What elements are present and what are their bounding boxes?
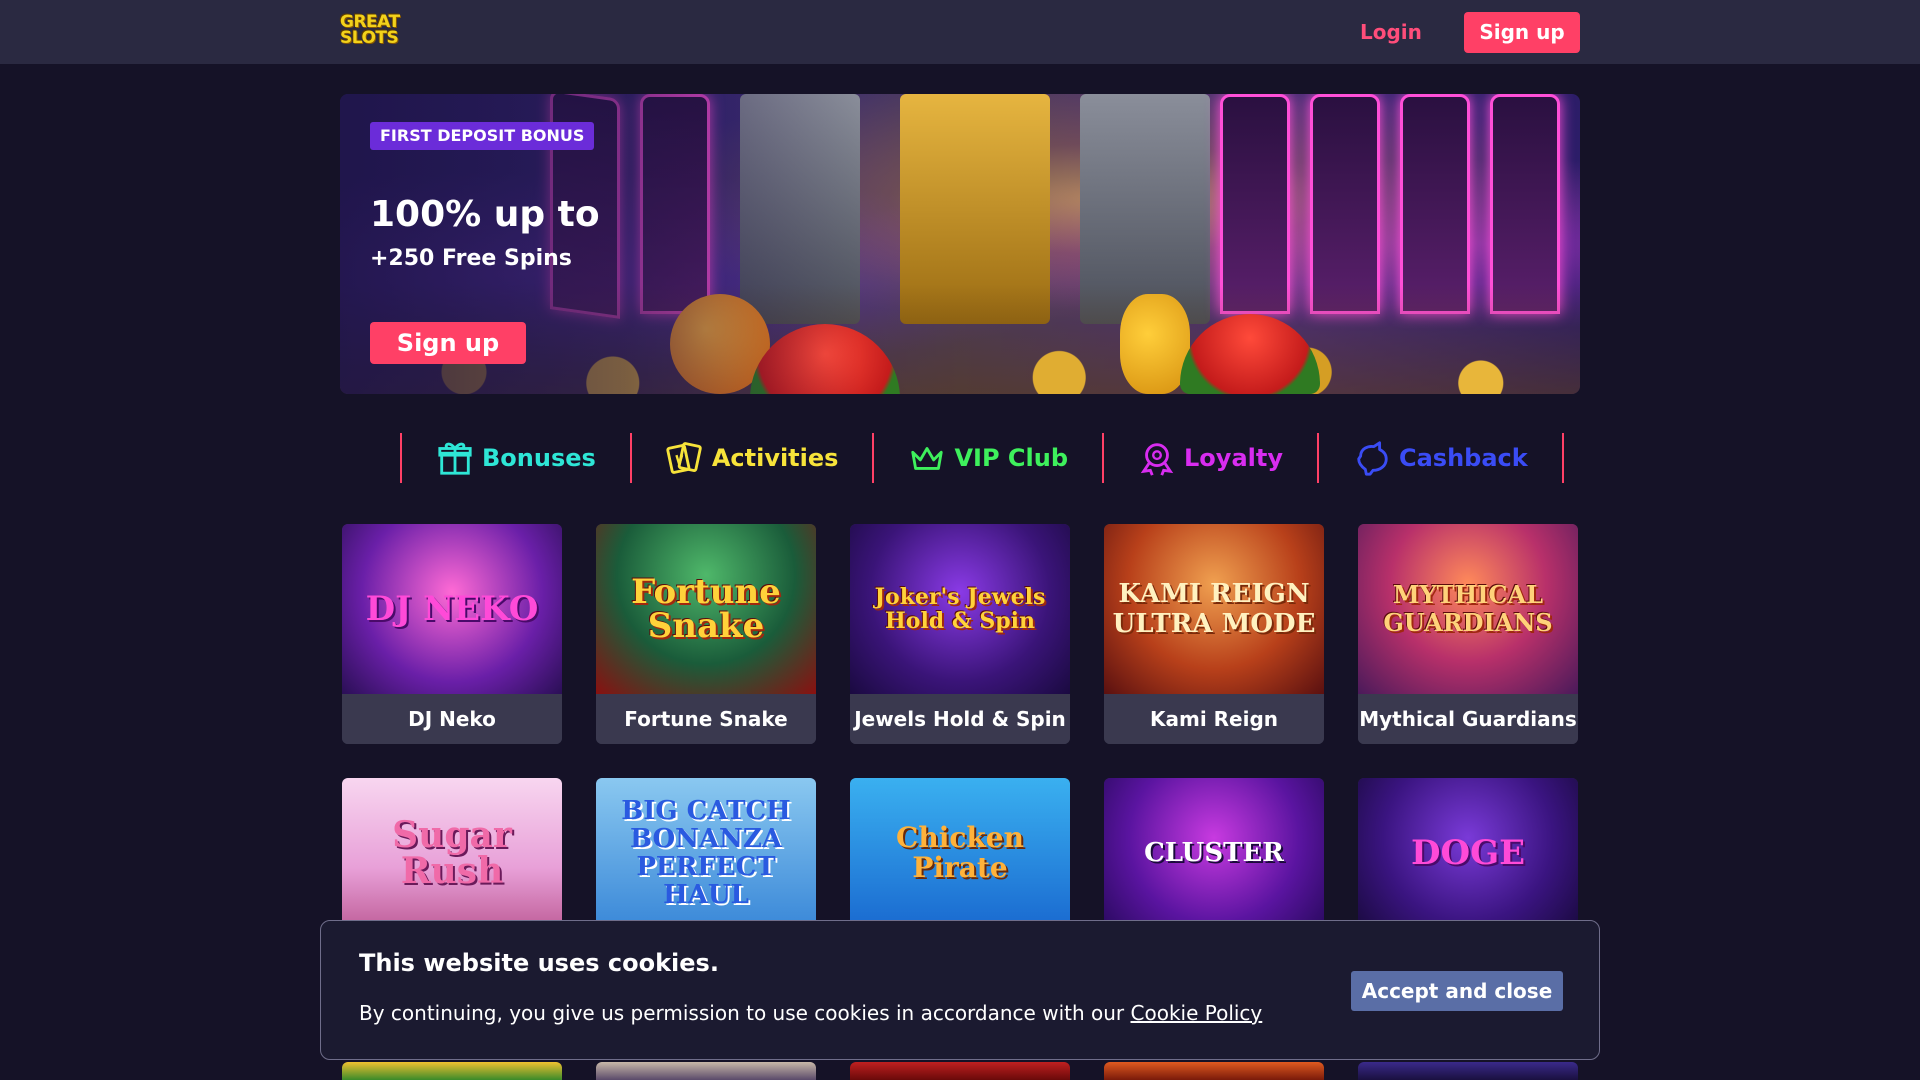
cookie-policy-link[interactable]: Cookie Policy	[1131, 1001, 1263, 1025]
game-card-partial[interactable]	[850, 1062, 1070, 1080]
game-art-title: Fortune Snake	[631, 572, 781, 646]
category-loyalty[interactable]: Loyalty	[1104, 432, 1317, 484]
slot-machine-illustration	[1400, 94, 1470, 314]
game-card[interactable]: Joker's Jewels Hold & Spin Jewels Hold &…	[850, 524, 1070, 744]
header-signup-button[interactable]: Sign up	[1464, 12, 1580, 53]
login-link[interactable]: Login	[1360, 12, 1422, 52]
game-thumbnail: BIG CATCH BONANZA PERFECT HAUL	[596, 778, 816, 928]
game-thumbnail: MYTHICAL GUARDIANS	[1358, 524, 1578, 694]
slot-machine-illustration	[1220, 94, 1290, 314]
game-art-title: DOGE	[1410, 833, 1526, 873]
game-card-partial[interactable]	[1104, 1062, 1324, 1080]
cookie-message: By continuing, you give us permission to…	[359, 1001, 1125, 1025]
game-art-title: Chicken Pirate	[896, 821, 1024, 884]
game-thumbnail: Fortune Snake	[596, 524, 816, 694]
game-name: Kami Reign	[1104, 694, 1324, 744]
category-bonuses[interactable]: Bonuses	[402, 432, 630, 484]
promo-banner[interactable]: FIRST DEPOSIT BONUS 100% up to +250 Free…	[340, 94, 1580, 394]
game-thumbnail: KAMI REIGN ULTRA MODE	[1104, 524, 1324, 694]
category-label: Loyalty	[1184, 444, 1283, 472]
game-name: Jewels Hold & Spin	[850, 694, 1070, 744]
game-card[interactable]: Sugar Rush	[342, 778, 562, 928]
bonus-tag: FIRST DEPOSIT BONUS	[370, 122, 595, 150]
game-card[interactable]: MYTHICAL GUARDIANS Mythical Guardians	[1358, 524, 1578, 744]
game-card[interactable]: DOGE	[1358, 778, 1578, 928]
game-art-title: Joker's Jewels Hold & Spin	[874, 584, 1046, 634]
game-art-title: CLUSTER	[1144, 838, 1284, 868]
game-name: Fortune Snake	[596, 694, 816, 744]
badge-icon	[1140, 443, 1174, 476]
game-card-partial[interactable]	[342, 1062, 562, 1080]
game-thumbnail: CLUSTER	[1104, 778, 1324, 928]
banner-subtitle: +250 Free Spins	[370, 246, 572, 271]
game-card[interactable]: DJ NEKO DJ Neko	[342, 524, 562, 744]
logo-line-2: SLOTS	[340, 28, 399, 48]
crown-icon	[911, 447, 944, 470]
cookie-title: This website uses cookies.	[359, 949, 719, 977]
game-card[interactable]: BIG CATCH BONANZA PERFECT HAUL	[596, 778, 816, 928]
game-name: DJ Neko	[342, 694, 562, 744]
game-thumbnail: Joker's Jewels Hold & Spin	[850, 524, 1070, 694]
game-thumbnail: DOGE	[1358, 778, 1578, 928]
slot-machine-illustration	[1490, 94, 1560, 314]
game-card[interactable]: CLUSTER	[1104, 778, 1324, 928]
site-logo[interactable]: GREAT SLOTS	[340, 10, 400, 50]
game-art-title: KAMI REIGN ULTRA MODE	[1112, 579, 1316, 639]
game-name: Mythical Guardians	[1358, 694, 1578, 744]
game-art-title: BIG CATCH BONANZA PERFECT HAUL	[621, 796, 791, 910]
accept-cookies-button[interactable]: Accept and close	[1351, 971, 1563, 1011]
category-nav: Bonuses Activities VIP Club Loyalty Cash…	[400, 432, 1564, 484]
category-label: Activities	[711, 444, 839, 472]
game-card[interactable]: KAMI REIGN ULTRA MODE Kami Reign	[1104, 524, 1324, 744]
cards-icon	[666, 442, 702, 474]
game-thumbnail: DJ NEKO	[342, 524, 562, 694]
game-thumbnail: Sugar Rush	[342, 778, 562, 928]
cookie-banner: This website uses cookies. By continuing…	[320, 920, 1600, 1060]
top-header: GREAT SLOTS Login Sign up	[0, 0, 1920, 64]
game-art-title: Sugar Rush	[392, 814, 512, 892]
banner-signup-button[interactable]: Sign up	[370, 322, 526, 364]
game-card[interactable]: Fortune Snake Fortune Snake	[596, 524, 816, 744]
game-card-partial[interactable]	[596, 1062, 816, 1080]
cookie-text: By continuing, you give us permission to…	[359, 1001, 1262, 1025]
piggy-bank-icon	[1357, 441, 1388, 476]
category-label: Cashback	[1398, 444, 1528, 472]
category-cashback[interactable]: Cashback	[1319, 432, 1562, 484]
game-art-title: MYTHICAL GUARDIANS	[1383, 580, 1553, 637]
gift-icon	[438, 442, 472, 475]
category-label: Bonuses	[482, 444, 596, 472]
game-thumbnail: Chicken Pirate	[850, 778, 1070, 928]
divider	[1561, 433, 1564, 483]
game-card[interactable]: Chicken Pirate	[850, 778, 1070, 928]
category-activities[interactable]: Activities	[632, 432, 873, 484]
category-vip-club[interactable]: VIP Club	[874, 432, 1102, 484]
slot-machine-illustration	[1310, 94, 1380, 314]
banner-title: 100% up to	[370, 194, 600, 235]
game-art-title: DJ NEKO	[365, 589, 539, 629]
game-card-partial[interactable]	[1358, 1062, 1578, 1080]
category-label: VIP Club	[954, 444, 1069, 472]
